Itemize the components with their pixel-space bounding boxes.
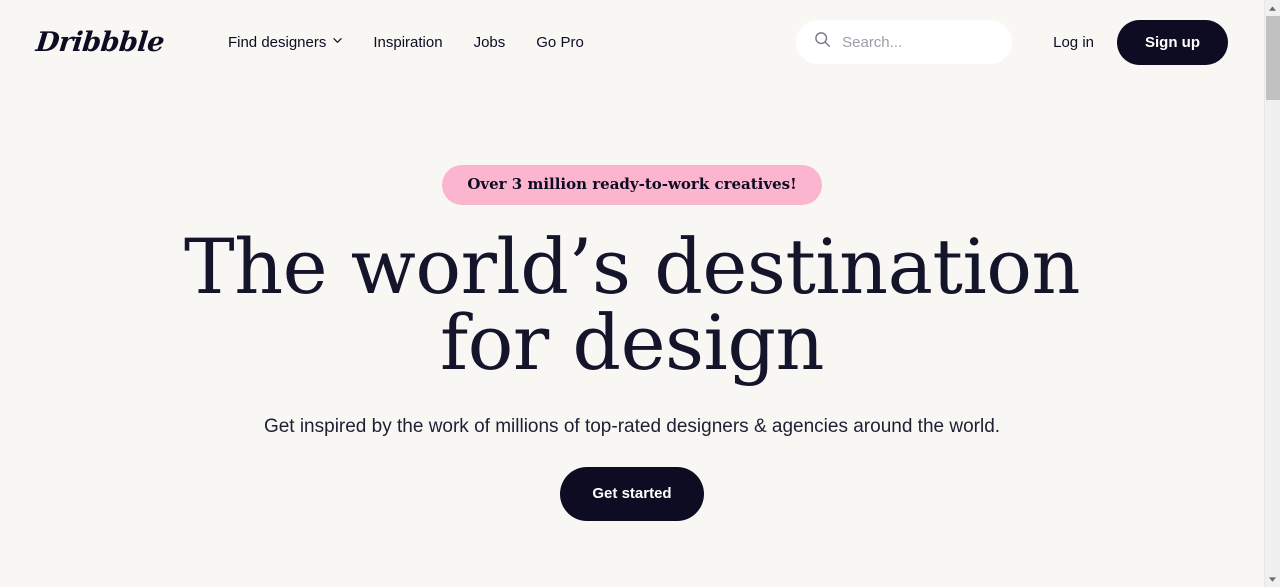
hero-badge: Over 3 million ready-to-work creatives!: [442, 165, 822, 205]
login-link[interactable]: Log in: [1053, 34, 1094, 51]
hero-section: Over 3 million ready-to-work creatives! …: [0, 84, 1264, 521]
chevron-down-icon: [333, 36, 343, 45]
primary-navigation: Find designers Inspiration Jobs Go Pro: [228, 34, 584, 51]
hero-cta-wrapper: Get started: [0, 466, 1264, 521]
signup-button[interactable]: Sign up: [1117, 19, 1228, 65]
search-icon: [814, 31, 831, 53]
search-input[interactable]: [842, 33, 995, 51]
search-box[interactable]: [796, 20, 1013, 64]
nav-item-jobs[interactable]: Jobs: [474, 34, 506, 51]
nav-item-go-pro[interactable]: Go Pro: [536, 34, 584, 51]
site-header: Dribbble Find designers Inspiration Jobs…: [0, 0, 1264, 84]
scrollbar-thumb[interactable]: [1266, 16, 1280, 100]
headline-line-2: for design: [440, 298, 824, 387]
dribbble-logo[interactable]: Dribbble: [34, 27, 165, 58]
header-actions: Log in Sign up: [796, 19, 1228, 65]
scrollbar-up-arrow-button[interactable]: [1265, 0, 1280, 16]
nav-item-label: Find designers: [227, 33, 327, 51]
nav-item-inspiration[interactable]: Inspiration: [373, 34, 442, 51]
hero-headline: The world’s destination for design: [0, 229, 1264, 381]
page-viewport: Dribbble Find designers Inspiration Jobs…: [0, 0, 1264, 587]
nav-item-label: Go Pro: [536, 33, 584, 51]
nav-item-find-designers[interactable]: Find designers: [227, 33, 343, 51]
get-started-button[interactable]: Get started: [560, 466, 704, 521]
hero-subheadline: Get inspired by the work of millions of …: [263, 416, 1001, 437]
headline-line-1: The world’s destination: [184, 222, 1080, 311]
nav-item-label: Inspiration: [373, 33, 443, 51]
vertical-scrollbar[interactable]: [1264, 0, 1280, 587]
scrollbar-down-arrow-button[interactable]: [1265, 571, 1280, 587]
nav-item-label: Jobs: [473, 33, 506, 51]
